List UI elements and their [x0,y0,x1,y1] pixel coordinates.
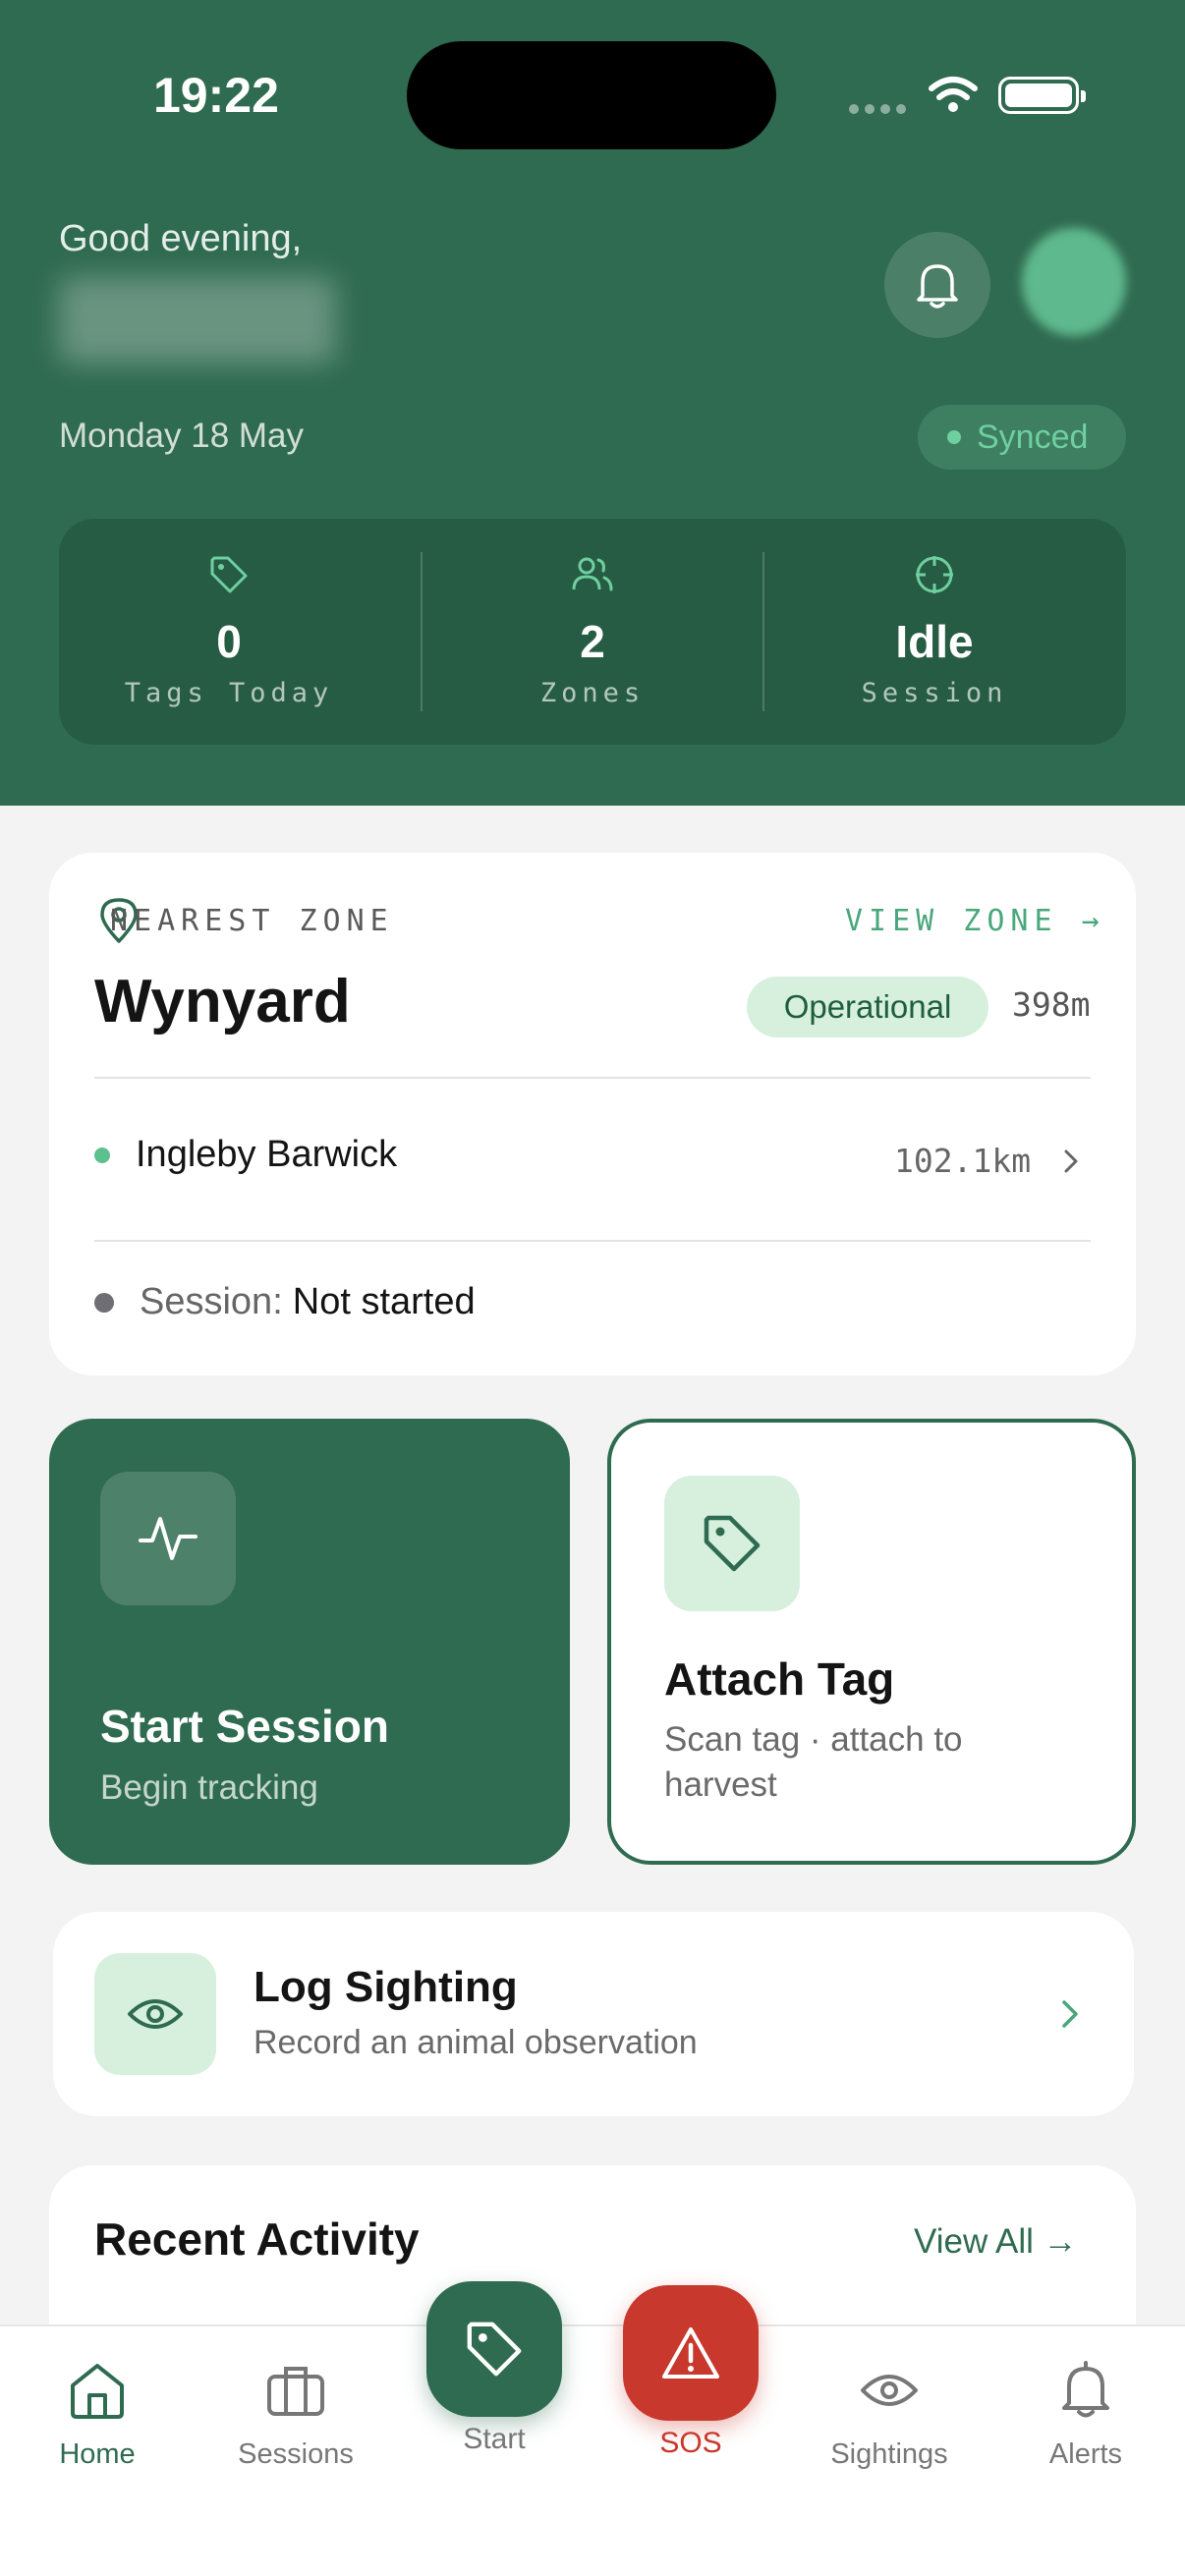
tab-alerts[interactable]: Alerts [992,2358,1179,2471]
start-session-icon-tile [100,1472,236,1605]
stat-value: 2 [580,616,605,667]
start-session-title: Start Session [100,1701,389,1752]
signal-icon [849,104,908,116]
battery-icon [998,77,1086,114]
log-sighting-icon-tile [94,1953,216,2075]
nearest-zone-label: NEAREST ZONE [110,904,394,938]
home-icon [71,2364,124,2419]
wifi-icon [929,77,978,112]
sync-dot [947,430,961,444]
tag-icon [210,556,248,593]
tab-label: Alerts [1048,2438,1123,2470]
log-sighting-title: Log Sighting [254,1963,518,2011]
date-label: Monday 18 May [59,417,305,455]
attach-tag-icon-tile [664,1476,800,1611]
other-zone-distance: 102.1km [894,1142,1032,1180]
zone-status-dot [94,1147,110,1163]
tag-icon [467,2322,522,2377]
tab-label: Home [59,2438,136,2470]
dynamic-island [407,41,776,149]
eye-icon [128,1999,183,2029]
warning-icon [662,2327,719,2379]
divider [94,1077,1091,1079]
avatar[interactable] [1022,228,1126,336]
bell-icon [1062,2361,1109,2418]
status-time: 19:22 [153,68,279,123]
bell-icon [917,264,958,308]
status-badge: Operational [747,977,988,1037]
stat-label: Tags Today [124,678,334,708]
zone-name: Wynyard [94,968,351,1036]
recent-activity-title: Recent Activity [94,2213,420,2265]
stat-session: Idle Session [764,519,1104,745]
stat-label: Session [861,678,1008,708]
stats-panel: 0 Tags Today 2 Zones Idle Session [59,519,1126,745]
tab-sessions[interactable]: Sessions [202,2358,389,2471]
notifications-button[interactable] [884,232,990,338]
stat-value: 0 [216,616,242,667]
eye-icon [861,2375,918,2406]
sos-label: SOS [659,2427,722,2459]
other-zone-row[interactable]: Ingleby Barwick [94,1134,397,1176]
start-session-subtitle: Begin tracking [100,1768,318,1807]
users-icon [572,557,613,591]
tab-label: Sessions [238,2438,354,2470]
other-zone-name: Ingleby Barwick [136,1134,398,1175]
tab-label: Sightings [830,2438,948,2470]
session-label: Session: [140,1281,283,1322]
view-all-link[interactable]: View All → [914,2222,1078,2262]
chevron-right-icon[interactable] [1061,1148,1081,1175]
start-fab-label: Start [463,2423,526,2455]
sync-status-badge: Synced [918,405,1126,470]
briefcase-icon [267,2367,324,2416]
attach-tag-title: Attach Tag [664,1653,895,1705]
user-name-blurred [59,277,336,364]
tag-icon [704,1515,761,1572]
stat-label: Zones [539,678,646,708]
start-fab-button[interactable] [426,2281,562,2417]
sos-button[interactable] [623,2285,759,2421]
stat-zones: 2 Zones [423,519,762,745]
view-zone-link[interactable]: VIEW ZONE → [845,904,1105,938]
divider [94,1240,1091,1242]
session-value: Not started [292,1281,476,1322]
sync-status-label: Synced [977,418,1089,456]
greeting: Good evening, [59,218,303,259]
chevron-right-icon[interactable] [1059,1998,1081,2030]
session-status-row: Session: Not started [94,1281,476,1323]
tab-sightings[interactable]: Sightings [796,2358,983,2471]
crosshair-icon [916,556,953,593]
stat-value: Idle [895,616,974,667]
activity-icon [139,1517,198,1560]
session-status-dot [94,1292,114,1313]
stat-tags-today: 0 Tags Today [59,519,399,745]
log-sighting-subtitle: Record an animal observation [254,2024,698,2061]
tab-home[interactable]: Home [4,2358,191,2471]
zone-distance: 398m [1012,985,1091,1024]
attach-tag-subtitle: Scan tag · attach to harvest [664,1720,963,1804]
